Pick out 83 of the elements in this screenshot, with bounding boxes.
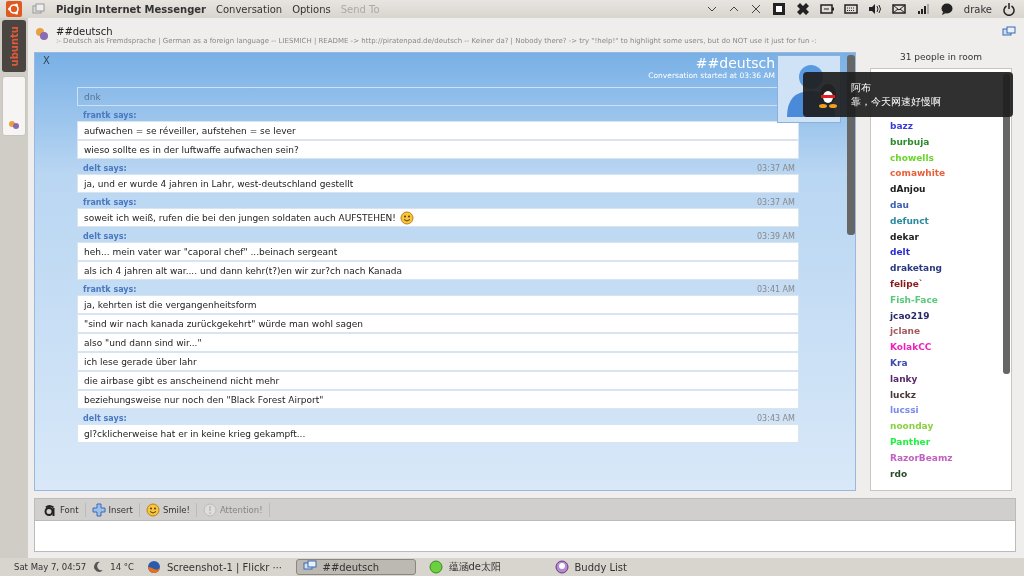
status-dot-icon	[428, 560, 443, 574]
taskbar-button[interactable]: 蕴涵de太阳	[421, 559, 542, 575]
app-title: Pidgin Internet Messenger	[56, 3, 206, 15]
globe-icon	[146, 560, 161, 574]
sender-name: delt says:	[83, 164, 127, 173]
user-list-item[interactable]: draketang	[890, 263, 943, 274]
clock[interactable]: Sat May 7, 04:57	[14, 562, 87, 572]
user-list-item[interactable]: delt	[890, 247, 910, 258]
user-list-item[interactable]: dAnjou	[890, 184, 926, 195]
sender-name: delt says:	[83, 232, 127, 241]
message-text: die airbase gibt es anscheinend nicht mehr	[84, 375, 280, 386]
signal-icon[interactable]	[915, 2, 930, 16]
user-list-item[interactable]: jcao219	[890, 310, 930, 321]
sender-name: frantk says:	[83, 111, 137, 120]
buddy-icon	[554, 560, 569, 574]
taskbar-button[interactable]: ##deutsch	[295, 559, 416, 575]
user-list-item[interactable]: dekar	[890, 231, 920, 242]
menu-item[interactable]: Conversation	[216, 3, 283, 15]
message-text: als ich 4 jahren alt war.... und dann kehr(t?)en wir zur?ch nach Kanada	[84, 265, 402, 276]
menu-item[interactable]: Options	[292, 3, 331, 15]
speaker-icon[interactable]	[867, 2, 882, 16]
timestamp: 03:37 AM	[757, 164, 795, 173]
people-count: 31 people in room	[899, 52, 983, 64]
user-list-item[interactable]: jclane	[890, 326, 921, 337]
timestamp: 03:39 AM	[757, 232, 795, 241]
message-text: also "und dann sind wir..."	[84, 337, 202, 348]
timestamp: 03:37 AM	[757, 198, 795, 207]
chat-title: ##deutsch	[694, 55, 775, 71]
toolbar-button[interactable]: Insert	[89, 502, 140, 517]
toolbar-button[interactable]: Font	[41, 502, 86, 517]
plus-icon	[91, 502, 106, 517]
power-icon[interactable]	[1002, 2, 1016, 16]
font-icon	[43, 502, 57, 517]
user-list-item[interactable]: lanky	[890, 373, 918, 384]
user-list-item[interactable]: bazz	[890, 121, 913, 131]
speech-bubble-icon[interactable]	[939, 2, 954, 16]
g-square-icon[interactable]	[771, 2, 786, 16]
close-button[interactable]: X	[43, 55, 50, 87]
message-text: wieso sollte es in der luftwaffe aufwachen sein?	[84, 144, 299, 155]
message-text: "sind wir nach kanada zurückgekehrt" würde man wohl sagen	[84, 318, 363, 329]
moon-icon	[92, 561, 105, 573]
user-list-item[interactable]: luckz	[890, 389, 917, 400]
people-icon	[34, 26, 50, 42]
user-list-item[interactable]: burbuja	[890, 136, 930, 147]
window-icon	[32, 3, 46, 15]
toolbar-button[interactable]: Smile!	[143, 502, 197, 517]
message-text: ja, und er wurde 4 jahren in Lahr, west-deutschland gestellt	[84, 178, 354, 189]
taskbar-button[interactable]: Buddy List	[547, 559, 668, 575]
envelope-icon[interactable]	[891, 2, 906, 16]
sender-name: frantk says:	[83, 285, 137, 294]
keyboard-icon[interactable]	[843, 2, 858, 16]
timestamp: 03:41 AM	[757, 285, 795, 294]
conversation-title: ##deutsch	[56, 26, 114, 37]
user-list-item[interactable]: rdo	[890, 468, 908, 479]
message-text: ja, kehrten ist die vergangenheitsform	[84, 299, 257, 310]
sender-name: delt says:	[83, 414, 127, 423]
user-list-item[interactable]: RazorBeamz	[890, 452, 953, 463]
people-icon	[8, 119, 20, 131]
launcher-label: ubuntu	[8, 25, 20, 67]
sender-name: frantk says:	[83, 198, 137, 207]
battery-icon[interactable]	[819, 2, 834, 16]
user-list-item[interactable]: Kra	[890, 357, 908, 368]
taskbar-button[interactable]: Screenshot-1 | Flickr ⋯	[139, 559, 290, 575]
message-text: dnk	[84, 91, 101, 102]
user-name[interactable]: drake	[963, 3, 992, 15]
smiley-icon	[145, 502, 160, 517]
notification-title: 阿布	[851, 80, 872, 95]
notification-message: 靠，今天网速好慢啊	[851, 94, 941, 109]
user-list-item[interactable]: dau	[890, 200, 909, 210]
message-text: heh... mein vater war "caporal chef" ...beinach sergeant	[84, 246, 338, 257]
message-text: aufwachen = se réveiller, aufstehen = se lever	[84, 125, 296, 136]
message-text: soweit ich weiß, rufen die bei den jungen soldaten auch AUFSTEHEN!	[84, 212, 396, 223]
message-text: beziehungsweise nur noch den "Black Forest Airport"	[84, 394, 324, 405]
ubuntu-logo-icon[interactable]	[6, 1, 22, 17]
timestamp: 03:43 AM	[757, 414, 795, 423]
temperature: 14 °C	[110, 562, 134, 572]
user-list-item[interactable]: defunct	[890, 215, 929, 226]
alert-icon	[202, 502, 217, 517]
user-list-item[interactable]: KolakCC	[890, 342, 932, 353]
message-text: ich lese gerade über lahr	[84, 356, 197, 367]
user-list-item[interactable]: felipe`	[890, 278, 924, 289]
close-icon[interactable]	[749, 3, 762, 15]
message-text: gl?cklicherweise hat er in keine krieg gekampft...	[84, 428, 306, 439]
